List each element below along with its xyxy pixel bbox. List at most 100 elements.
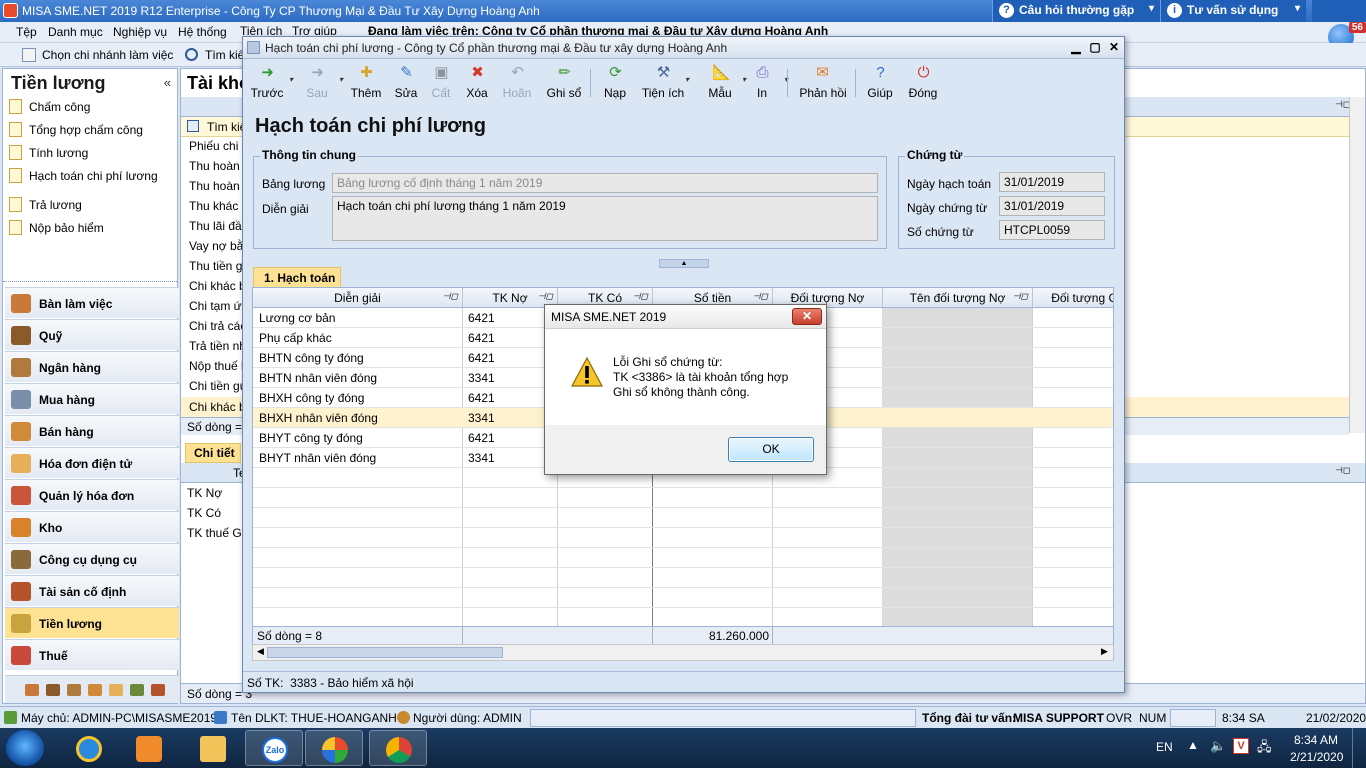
bg-row[interactable]: Thu hoàn ú [189, 179, 250, 199]
pin-icon[interactable]: ⊣◻ [633, 291, 648, 302]
minimize-button[interactable]: ▁ [1067, 39, 1085, 55]
pin-icon[interactable]: ⊣◻ [538, 291, 553, 302]
cat-tai-san-co-dinh[interactable]: Tài sản cố định [5, 575, 179, 606]
language-indicator[interactable]: EN [1156, 740, 1173, 754]
detail-row[interactable]: TK thuế GT [187, 526, 249, 546]
cat-hoa-don-dien-tu[interactable]: Hóa đơn điện tử [5, 447, 179, 478]
cell-debit[interactable]: 6421 [468, 311, 495, 325]
branch-button[interactable]: Chọn chi nhánh làm việc [42, 48, 173, 62]
ok-button[interactable]: OK [728, 437, 814, 462]
post-button[interactable]: ✏ Ghi sổ [540, 61, 588, 105]
undo-button[interactable]: ↶ Hoãn [493, 61, 541, 105]
taskbar-ie[interactable] [60, 730, 118, 766]
horizontal-scrollbar[interactable]: ◀ ▶ [252, 644, 1114, 661]
bg-row[interactable]: Thu khác b [189, 199, 248, 219]
bg-row[interactable]: Phiếu chi t [189, 139, 245, 159]
network-icon[interactable]: 🖧 [1257, 738, 1272, 760]
msgbox-close-button[interactable]: ✕ [792, 308, 822, 325]
table-row-empty[interactable] [253, 568, 1113, 588]
tab-posting[interactable]: 1. Hạch toán [253, 267, 341, 288]
cat-cong-cu-dung-cu[interactable]: Công cụ dụng cụ [5, 543, 179, 574]
doc-no-field[interactable]: HTCPL0059 [999, 220, 1105, 240]
cell-debit[interactable]: 3341 [468, 451, 495, 465]
menu-file[interactable]: Tệp [16, 25, 37, 39]
search-filter-icon[interactable] [187, 120, 199, 132]
scroll-left-icon[interactable]: ◀ [257, 646, 264, 657]
tab-detail[interactable]: Chi tiết [185, 443, 241, 463]
support-button[interactable]: i Tư vấn sử dụng ▾ [1160, 0, 1306, 22]
subitem-tra-luong[interactable]: Trả lương [5, 195, 177, 217]
menu-help[interactable]: Trợ giúp [292, 24, 337, 35]
doc-date-field[interactable]: 31/01/2019 [999, 196, 1105, 216]
bg-row[interactable]: Chi khác b [189, 279, 246, 299]
bg-search-label[interactable]: Tìm kiế [207, 120, 246, 134]
col-header-desc[interactable]: Diễn giải ⊣◻ [253, 288, 463, 308]
payroll-field[interactable]: Bảng lương cố định tháng 1 năm 2019 [332, 173, 878, 193]
mini-cash-icon[interactable] [46, 684, 60, 696]
subitem-cham-cong[interactable]: Chấm công [5, 97, 177, 119]
menu-operations[interactable]: Nghiệp vụ [113, 25, 167, 39]
mini-desk-icon[interactable] [25, 684, 39, 696]
dropdown-icon[interactable]: ▾ [685, 75, 689, 84]
volume-icon[interactable]: 🔈 [1210, 738, 1226, 754]
taskbar-media[interactable] [120, 730, 178, 766]
cat-ban-lam-viec[interactable]: Bàn làm việc [5, 287, 179, 318]
scroll-right-icon[interactable]: ▶ [1101, 646, 1108, 657]
detail-row[interactable]: TK Có [187, 506, 221, 526]
taskbar-chrome[interactable] [369, 730, 427, 766]
cell-debit[interactable]: 3341 [468, 411, 495, 425]
cat-tien-luong[interactable]: Tiền lương [5, 607, 179, 638]
search-button[interactable]: Tìm kiế [205, 48, 244, 62]
table-row-empty[interactable] [253, 608, 1113, 628]
pin-icon[interactable]: ⊣◻ [443, 291, 458, 302]
cat-thue[interactable]: Thuế [5, 639, 179, 670]
cell-desc[interactable]: BHXH công ty đóng [259, 391, 364, 405]
mini-asset-icon[interactable] [151, 684, 165, 696]
bg-row[interactable]: Thu lãi đầu [189, 219, 248, 239]
scroll-thumb[interactable] [267, 647, 503, 658]
post-date-field[interactable]: 31/01/2019 [999, 172, 1105, 192]
next-button[interactable]: ➜ Sau ▾ [293, 61, 343, 105]
menu-utilities[interactable]: Tiện ích [240, 24, 282, 35]
clock-date[interactable]: 2/21/2020 [1290, 750, 1343, 764]
mini-tools-icon[interactable] [130, 684, 144, 696]
bg-row[interactable]: Nộp thuế b [189, 359, 248, 379]
detail-row[interactable]: TK Nợ [187, 486, 222, 506]
subitem-hach-toan[interactable]: Hạch toán chi phí lương [5, 166, 177, 188]
bg-row[interactable]: Chi tạm ứn [189, 299, 248, 319]
collapse-icon[interactable]: « [164, 75, 171, 90]
show-desktop-button[interactable] [1352, 728, 1364, 768]
pin-icon[interactable]: ⊣◻ [1335, 465, 1350, 476]
menu-catalog[interactable]: Danh mục [48, 25, 103, 39]
col-header-debit-obj-name[interactable]: Tên đối tượng Nợ ⊣◻ [883, 288, 1033, 308]
cell-debit[interactable]: 6421 [468, 351, 495, 365]
template-button[interactable]: 📐 Mẫu ▾ [696, 61, 746, 105]
cell-debit[interactable]: 6421 [468, 431, 495, 445]
cat-quy[interactable]: Quỹ [5, 319, 179, 350]
collapse-handle[interactable]: ▲ [659, 259, 709, 268]
cat-ban-hang[interactable]: Bán hàng [5, 415, 179, 446]
pin-icon[interactable]: ⊣◻ [753, 291, 768, 302]
table-row-empty[interactable] [253, 508, 1113, 528]
subitem-tong-hop-cham-cong[interactable]: Tổng hợp chấm công [5, 120, 177, 142]
cat-mua-hang[interactable]: Mua hàng [5, 383, 179, 414]
subitem-nop-bao-hiem[interactable]: Nộp bảo hiểm [5, 218, 177, 240]
cell-desc[interactable]: BHXH nhân viên đóng [259, 411, 378, 425]
menu-system[interactable]: Hệ thống [178, 25, 227, 39]
cat-kho[interactable]: Kho [5, 511, 179, 542]
help-button[interactable]: ? Giúp [856, 61, 904, 105]
bg-vscroll[interactable] [1349, 97, 1365, 433]
cat-quan-ly-hoa-don[interactable]: Quản lý hóa đơn [5, 479, 179, 510]
print-button[interactable]: ⎙ In ▾ [738, 61, 788, 105]
feedback-button[interactable]: ✉ Phản hồi [797, 61, 849, 105]
table-row-empty[interactable] [253, 548, 1113, 568]
cell-debit[interactable]: 6421 [468, 331, 495, 345]
cell-debit[interactable]: 6421 [468, 391, 495, 405]
bg-row[interactable]: Chi trả các [189, 319, 246, 339]
bg-row[interactable]: Chi tiền gử [189, 379, 248, 399]
table-row-empty[interactable] [253, 588, 1113, 608]
taskbar-explorer[interactable] [184, 730, 242, 766]
utilities-button[interactable]: ⚒ Tiện ích ▾ [639, 61, 689, 105]
table-row-empty[interactable] [253, 488, 1113, 508]
cat-ngan-hang[interactable]: Ngân hàng [5, 351, 179, 382]
